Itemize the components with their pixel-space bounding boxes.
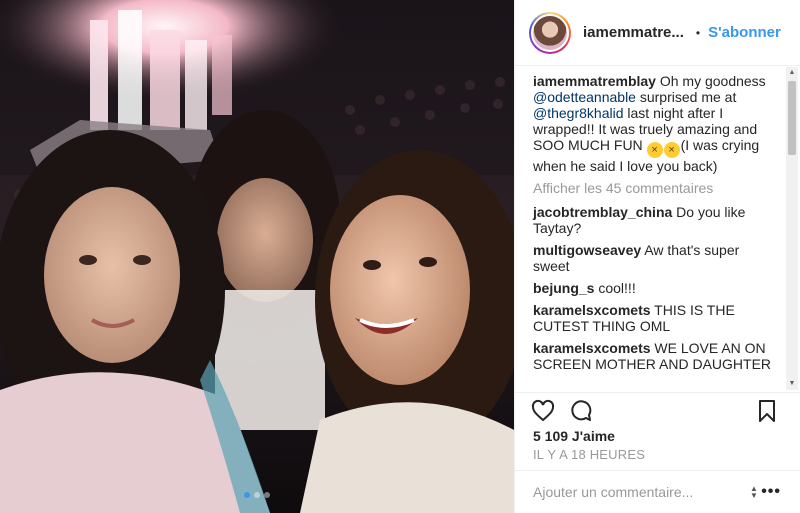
comment-username[interactable]: karamelsxcomets bbox=[533, 302, 651, 318]
bookmark-icon bbox=[759, 399, 775, 422]
comment-username[interactable]: multigowseavey bbox=[533, 242, 641, 258]
caption-text: surprised me at bbox=[635, 89, 737, 105]
comment-username[interactable]: jacobtremblay_china bbox=[533, 204, 672, 220]
laughing-crying-emoji-icon: × bbox=[663, 142, 680, 158]
save-button[interactable] bbox=[755, 399, 779, 423]
comments-scrollbar[interactable]: ▲ ▼ bbox=[786, 67, 798, 390]
list-item: karamelsxcomets WE LOVE AN ON SCREEN MOT… bbox=[533, 340, 775, 372]
comment-button[interactable] bbox=[569, 399, 593, 423]
username-link[interactable]: iamemmatre... bbox=[583, 24, 684, 41]
add-comment-bar: Ajouter un commentaire... ▲ ▼ ••• bbox=[515, 470, 800, 513]
carousel-dot-active[interactable] bbox=[244, 492, 250, 498]
caption: iamemmatremblay Oh my goodness @odettean… bbox=[533, 73, 775, 174]
carousel-dot[interactable] bbox=[264, 492, 270, 498]
add-comment-input[interactable]: Ajouter un commentaire... bbox=[533, 484, 693, 500]
carousel-dot[interactable] bbox=[254, 492, 260, 498]
carousel-dots bbox=[0, 492, 514, 500]
more-options-button[interactable]: ••• bbox=[761, 483, 781, 501]
comment-username[interactable]: karamelsxcomets bbox=[533, 340, 651, 356]
mention-link[interactable]: @odetteannable bbox=[533, 89, 636, 105]
comment-text: cool!!! bbox=[594, 280, 636, 296]
comment-username[interactable]: bejung_s bbox=[533, 280, 594, 296]
concert-selfie-image bbox=[0, 0, 514, 513]
caption-text: Oh my goodness bbox=[655, 73, 766, 89]
caption-username[interactable]: iamemmatremblay bbox=[533, 73, 656, 89]
list-item: jacobtremblay_china Do you like Taytay? bbox=[533, 204, 775, 236]
list-item: karamelsxcomets THIS IS THE CUTEST THING… bbox=[533, 302, 775, 334]
comments-list: iamemmatremblay Oh my goodness @odettean… bbox=[515, 67, 800, 390]
scroll-thumb[interactable] bbox=[788, 81, 796, 155]
list-item: bejung_s cool!!! bbox=[533, 280, 775, 296]
scroll-down-arrow-icon[interactable]: ▼ bbox=[786, 378, 798, 390]
like-button[interactable] bbox=[531, 399, 555, 423]
likes-count[interactable]: 5 109 J'aime bbox=[533, 428, 615, 444]
list-item: multigowseavey Aw that's super sweet bbox=[533, 242, 775, 274]
heart-outline-icon bbox=[531, 399, 555, 421]
resize-spinner-icon[interactable]: ▲ ▼ bbox=[749, 485, 759, 500]
mention-link[interactable]: @thegr8khalid bbox=[533, 105, 624, 121]
separator-dot: • bbox=[695, 25, 701, 40]
post-timestamp: IL Y A 18 HEURES bbox=[533, 447, 646, 462]
speech-bubble-icon bbox=[571, 399, 592, 421]
avatar[interactable] bbox=[529, 11, 571, 54]
follow-button[interactable]: S'abonner bbox=[708, 24, 781, 41]
avatar-image bbox=[531, 13, 569, 52]
post-sidebar: iamemmatre... • S'abonner iamemmatrembla… bbox=[514, 0, 800, 513]
action-bar bbox=[515, 392, 800, 428]
post-header: iamemmatre... • S'abonner bbox=[515, 0, 800, 66]
show-more-comments-link[interactable]: Afficher les 45 commentaires bbox=[533, 180, 775, 196]
scroll-up-arrow-icon[interactable]: ▲ bbox=[786, 67, 798, 79]
post-photo[interactable] bbox=[0, 0, 514, 513]
laughing-crying-emoji-icon: × bbox=[646, 142, 663, 158]
